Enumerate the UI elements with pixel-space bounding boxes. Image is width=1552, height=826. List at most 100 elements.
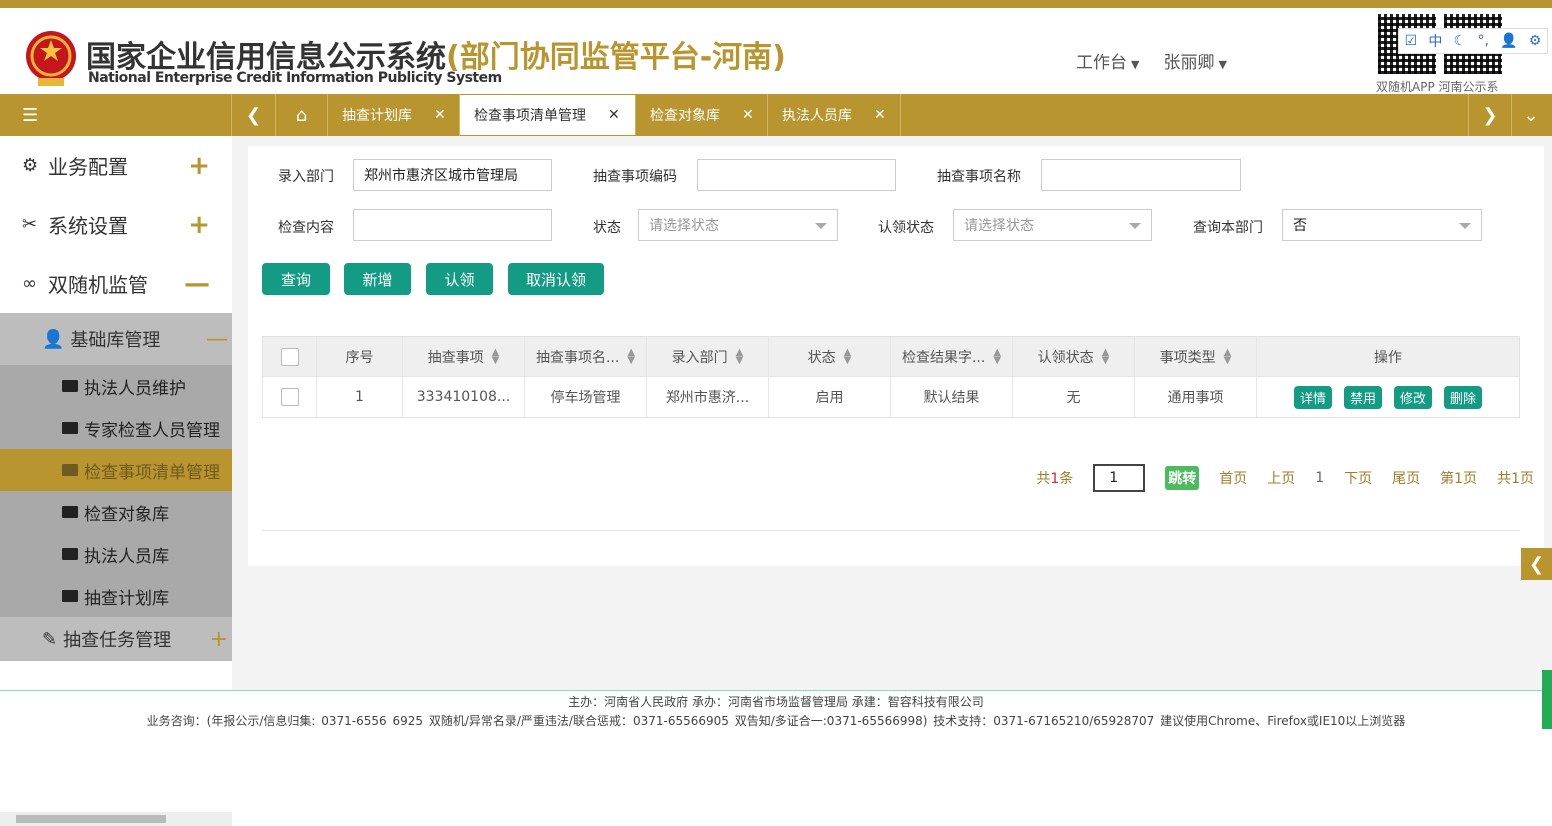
chevron-right-icon: ❯ bbox=[1482, 104, 1498, 126]
header-result[interactable]: 检查结果字... ▲ ▼ bbox=[891, 336, 1013, 377]
close-icon[interactable]: ✕ bbox=[742, 107, 754, 123]
cell-item: 333410108... bbox=[403, 377, 525, 417]
folder-icon bbox=[62, 506, 78, 518]
status-select[interactable]: 请选择状态 bbox=[638, 209, 838, 241]
tab-enforcement-staff[interactable]: 执法人员库 ✕ bbox=[768, 94, 901, 136]
name-input[interactable] bbox=[1041, 159, 1241, 191]
table-row[interactable]: 1 333410108... 停车场管理 郑州市惠济... 启用 默认结果 无 … bbox=[263, 377, 1519, 417]
sort-icon[interactable]: ▲ ▼ bbox=[844, 347, 852, 365]
tab-scroll-left-button[interactable]: ❮ bbox=[232, 94, 276, 136]
tab-scroll-right-button[interactable]: ❯ bbox=[1468, 94, 1512, 136]
sort-icon[interactable]: ▲ ▼ bbox=[1102, 347, 1110, 365]
edit-button[interactable]: 修改 bbox=[1394, 385, 1433, 409]
page-jump-button[interactable]: 跳转 bbox=[1165, 466, 1200, 490]
status-label: 状态 bbox=[593, 220, 621, 236]
sidebar-item-expert-inspectors[interactable]: 专家检查人员管理 bbox=[0, 407, 232, 449]
sidebar-item-system-settings[interactable]: ✂ 系统设置 + bbox=[0, 195, 232, 254]
comma-icon[interactable]: °, bbox=[1477, 33, 1488, 49]
disable-button[interactable]: 禁用 bbox=[1343, 385, 1382, 409]
claim-button[interactable]: 认领 bbox=[426, 263, 493, 295]
tab-label: 执法人员库 bbox=[782, 108, 852, 124]
user-menu[interactable]: 张丽卿 ▼ bbox=[1163, 48, 1226, 73]
self-dept-select[interactable]: 否 bbox=[1282, 209, 1482, 241]
detail-button[interactable]: 详情 bbox=[1293, 385, 1332, 409]
language-toggle[interactable]: 中 bbox=[1428, 31, 1442, 51]
table-header-row: 序号 抽查事项 ▲ ▼ 抽查事项名... ▲ ▼ 录入部门 ▲ ▼ 状态 ▲ ▼ 检查结果字..… bbox=[263, 336, 1519, 377]
close-icon[interactable]: ✕ bbox=[434, 107, 446, 123]
page-number[interactable]: 1 bbox=[1315, 470, 1324, 486]
prev-page-link[interactable]: 上页 bbox=[1267, 468, 1295, 488]
header-type[interactable]: 事项类型 ▲ ▼ bbox=[1135, 336, 1257, 377]
code-label: 抽查事项编码 bbox=[593, 169, 677, 185]
sidebar-item-inspection-items[interactable]: 检查事项清单管理 bbox=[0, 449, 232, 491]
collapse-icon[interactable]: — bbox=[184, 269, 210, 299]
gear-icon[interactable]: ⚙ bbox=[1529, 33, 1542, 49]
folder-icon bbox=[62, 380, 78, 392]
tab-plan-library[interactable]: 抽查计划库 ✕ bbox=[328, 94, 460, 136]
header-name[interactable]: 抽查事项名... ▲ ▼ bbox=[525, 336, 647, 377]
checkbox-tool-icon[interactable]: ☑ bbox=[1405, 33, 1418, 49]
tab-label: 检查事项清单管理 bbox=[474, 108, 586, 124]
sort-icon[interactable]: ▲ ▼ bbox=[1224, 347, 1232, 365]
self-dept-label: 查询本部门 bbox=[1193, 220, 1263, 236]
query-button[interactable]: 查询 bbox=[262, 263, 330, 295]
workbench-menu[interactable]: 工作台 ▼ bbox=[1076, 48, 1139, 73]
header-dept[interactable]: 录入部门 ▲ ▼ bbox=[647, 336, 769, 377]
page-scroll-indicator[interactable] bbox=[1542, 670, 1552, 729]
sidebar-horizontal-scrollbar[interactable] bbox=[0, 812, 232, 826]
home-icon: ⌂ bbox=[295, 104, 308, 126]
expand-icon[interactable]: + bbox=[188, 151, 210, 181]
code-input[interactable] bbox=[697, 159, 896, 191]
moon-icon[interactable]: ☾ bbox=[1454, 33, 1467, 49]
menu-toggle-button[interactable]: ☰ bbox=[0, 94, 232, 136]
tab-inspection-items[interactable]: 检查事项清单管理 ✕ bbox=[460, 95, 636, 135]
dept-input[interactable]: 郑州市惠济区城市管理局 bbox=[353, 159, 552, 191]
close-icon[interactable]: ✕ bbox=[608, 107, 620, 123]
delete-button[interactable]: 删除 bbox=[1444, 385, 1483, 409]
sidebar-item-inspection-targets[interactable]: 检查对象库 bbox=[0, 491, 232, 533]
sidebar-item-double-random[interactable]: ∞ 双随机监管 — bbox=[0, 254, 232, 313]
last-page-link[interactable]: 尾页 bbox=[1392, 468, 1420, 488]
select-all-checkbox[interactable] bbox=[280, 347, 299, 366]
sidebar-group-base-library[interactable]: 👤 基础库管理 — bbox=[0, 313, 232, 365]
sort-icon[interactable]: ▲ ▼ bbox=[736, 347, 744, 365]
sort-icon[interactable]: ▲ ▼ bbox=[492, 347, 500, 365]
collapse-icon[interactable]: — bbox=[206, 327, 228, 352]
sidebar-group-task-management[interactable]: ✎ 抽查任务管理 + bbox=[0, 617, 232, 661]
expand-icon[interactable]: + bbox=[210, 627, 228, 652]
header-item[interactable]: 抽查事项 ▲ ▼ bbox=[403, 336, 525, 377]
content-input[interactable] bbox=[353, 209, 552, 241]
tools-icon: ✂ bbox=[22, 214, 38, 235]
footer-contacts: 业务咨询：(年报公示/信息归集: 0371-6556 6925 双随机/异常名录… bbox=[146, 714, 1406, 728]
unclaim-button[interactable]: 取消认领 bbox=[508, 263, 604, 295]
row-checkbox[interactable] bbox=[280, 388, 299, 406]
tab-dropdown-button[interactable]: ⌄ bbox=[1510, 94, 1552, 136]
site-title-en: National Enterprise Credit Information P… bbox=[88, 70, 502, 86]
select-all-cell bbox=[263, 336, 317, 377]
sidebar-item-label: 检查对象库 bbox=[84, 504, 169, 525]
expand-icon[interactable]: + bbox=[188, 210, 210, 240]
close-icon[interactable]: ✕ bbox=[874, 107, 886, 123]
sidebar-item-plan-library[interactable]: 抽查计划库 bbox=[0, 575, 232, 617]
dept-label: 录入部门 bbox=[278, 169, 334, 185]
header-status[interactable]: 状态 ▲ ▼ bbox=[769, 336, 891, 377]
sort-icon[interactable]: ▲ ▼ bbox=[993, 347, 1001, 365]
caret-down-icon bbox=[1459, 223, 1471, 229]
user-icon[interactable]: 👤 bbox=[1500, 33, 1517, 49]
first-page-link[interactable]: 首页 bbox=[1219, 468, 1247, 488]
next-page-link[interactable]: 下页 bbox=[1344, 468, 1372, 488]
claim-select[interactable]: 请选择状态 bbox=[953, 209, 1152, 241]
sort-icon[interactable]: ▲ ▼ bbox=[627, 347, 635, 365]
tab-inspection-targets[interactable]: 检查对象库 ✕ bbox=[636, 94, 768, 136]
total-number: 1 bbox=[1050, 471, 1060, 487]
sidebar-item-enforcement-staff[interactable]: 执法人员库 bbox=[0, 533, 232, 575]
home-tab-button[interactable]: ⌂ bbox=[276, 94, 328, 136]
page-jump-input[interactable]: 1 bbox=[1093, 464, 1146, 492]
right-panel-toggle[interactable]: ❮ bbox=[1521, 548, 1552, 580]
sidebar-item-staff-maintenance[interactable]: 执法人员维护 bbox=[0, 365, 232, 407]
sidebar-item-label: 执法人员维护 bbox=[84, 378, 186, 399]
header-claim[interactable]: 认领状态 ▲ ▼ bbox=[1013, 336, 1135, 377]
sidebar-item-business-config[interactable]: ⚙ 业务配置 + bbox=[0, 136, 232, 195]
scrollbar-thumb[interactable] bbox=[16, 815, 166, 823]
add-button[interactable]: 新增 bbox=[344, 263, 411, 295]
